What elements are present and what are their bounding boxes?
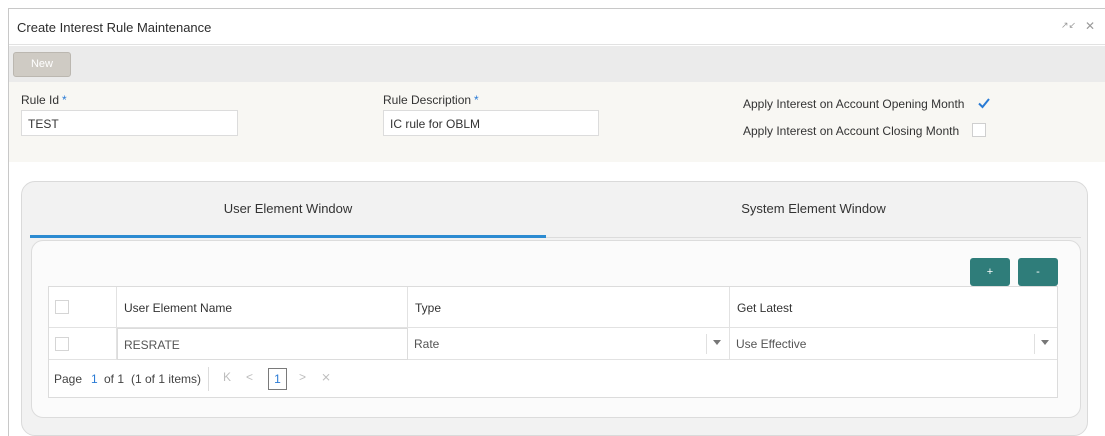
window-title: Create Interest Rule Maintenance [17, 20, 212, 35]
items-count: (1 of 1 items) [131, 372, 202, 386]
user-element-section: + - User Element Name Type Get Latest RE… [31, 240, 1081, 418]
chevron-down-icon[interactable] [713, 340, 721, 345]
rule-id-label: Rule Id * [21, 93, 67, 107]
chevron-down-icon[interactable] [1041, 340, 1049, 345]
get-latest-select-value: Use Effective [736, 337, 807, 351]
rule-description-label-text: Rule Description [383, 93, 472, 107]
page-number-button[interactable]: 1 [268, 368, 287, 390]
type-select[interactable]: Rate [408, 328, 730, 360]
type-select-value: Rate [414, 337, 440, 351]
tab-system-element-window[interactable]: System Element Window [546, 182, 1081, 237]
rule-description-label: Rule Description * [383, 93, 479, 107]
current-page-number: 1 [91, 372, 98, 386]
column-header-user-element-name[interactable]: User Element Name [117, 287, 408, 328]
page-of-total: of 1 [104, 372, 125, 386]
get-latest-select[interactable]: Use Effective [730, 328, 1057, 360]
remove-row-button[interactable]: - [1018, 258, 1058, 286]
interest-rule-window: Create Interest Rule Maintenance ↗↙ ✕ Ne… [8, 8, 1105, 436]
toolbar: New [9, 46, 1105, 82]
active-tab-indicator [30, 235, 546, 238]
row-select-cell [49, 328, 117, 360]
first-page-icon[interactable]: K [223, 370, 231, 384]
new-button[interactable]: New [13, 52, 71, 77]
header-select-cell [49, 287, 117, 328]
required-marker: * [474, 93, 479, 107]
apply-closing-month-label: Apply Interest on Account Closing Month [743, 124, 960, 138]
tab-divider [546, 237, 1081, 238]
divider [706, 334, 707, 354]
element-window-panel: User Element Window System Element Windo… [21, 181, 1088, 436]
close-icon[interactable]: ✕ [1085, 19, 1095, 33]
add-row-button[interactable]: + [970, 258, 1010, 286]
checkmark-icon [978, 98, 990, 109]
pagination-bar: Page 1 of 1 (1 of 1 items) K < 1 > ⨯ [49, 361, 1057, 397]
window-titlebar: Create Interest Rule Maintenance ↗↙ ✕ [9, 9, 1105, 45]
divider [208, 367, 209, 391]
tab-user-element-window[interactable]: User Element Window [30, 182, 546, 237]
rule-id-label-text: Rule Id [21, 93, 60, 107]
apply-opening-month-label: Apply Interest on Account Opening Month [743, 97, 965, 111]
next-page-icon[interactable]: > [299, 370, 306, 384]
rule-id-input[interactable]: TEST [21, 110, 238, 136]
apply-opening-month-checkbox[interactable] [977, 96, 991, 110]
rule-form: Rule Id * TEST Rule Description * IC rule … [9, 82, 1105, 162]
previous-page-icon[interactable]: < [246, 370, 253, 384]
divider [1034, 334, 1035, 354]
user-element-grid: User Element Name Type Get Latest RESRAT… [48, 286, 1058, 398]
row-select-checkbox[interactable] [55, 337, 69, 351]
rule-description-input[interactable]: IC rule for OBLM [383, 110, 599, 136]
column-header-get-latest[interactable]: Get Latest [730, 287, 1057, 328]
column-header-type[interactable]: Type [408, 287, 730, 328]
page-label: Page [54, 372, 83, 386]
select-all-checkbox[interactable] [55, 300, 69, 314]
last-page-icon[interactable]: ⨯ [321, 370, 331, 384]
apply-closing-month-checkbox[interactable] [972, 123, 986, 137]
required-marker: * [62, 93, 67, 107]
minimize-icon[interactable]: ↗↙ [1061, 20, 1076, 31]
user-element-name-input[interactable]: RESRATE [117, 328, 408, 360]
